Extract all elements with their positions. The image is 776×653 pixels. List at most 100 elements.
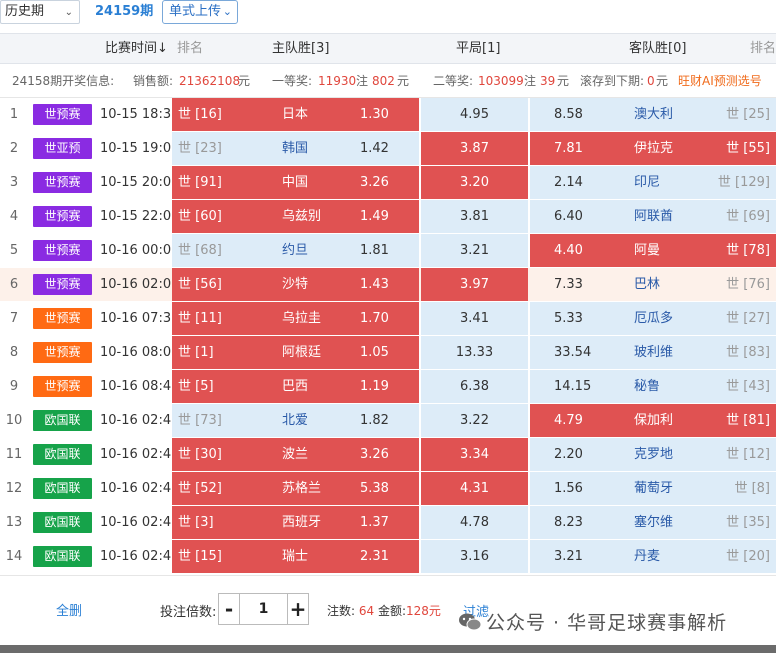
home-rank: 世 [1] [178, 345, 214, 360]
ai-prediction-link[interactable]: 旺财AI预测选号 [678, 64, 762, 98]
rollover-value: 0 [647, 74, 655, 88]
home-team: 乌拉圭 [282, 311, 322, 326]
history-period-select[interactable]: 历史期 ⌄ [0, 0, 80, 24]
home-win-option[interactable]: 世 [5] 巴西 1.19 [172, 370, 419, 403]
home-win-option[interactable]: 世 [16] 日本 1.30 [172, 98, 419, 131]
draw-option[interactable]: 13.33 [421, 336, 528, 369]
away-odds: 2.20 [554, 447, 583, 462]
away-win-option[interactable]: 1.56 葡萄牙 世 [8] [530, 472, 776, 505]
away-win-option[interactable]: 4.79 保加利 世 [81] [530, 404, 776, 437]
draw-option[interactable]: 3.21 [421, 234, 528, 267]
watermark: 公众号 · 华哥足球赛事解析 [458, 608, 727, 635]
clear-all-button[interactable]: 全删 [56, 600, 82, 619]
home-win-option[interactable]: 世 [56] 沙特 1.43 [172, 268, 419, 301]
header-time[interactable]: 比赛时间↓ [105, 34, 168, 63]
draw-option[interactable]: 3.81 [421, 200, 528, 233]
home-rank: 世 [52] [178, 481, 222, 496]
current-period[interactable]: 24159期 [95, 0, 153, 24]
match-row: 12 欧国联 10-16 02:45 世 [52] 苏格兰 5.38 4.31 1.56 葡萄牙… [0, 472, 776, 506]
home-win-option[interactable]: 世 [30] 波兰 3.26 [172, 438, 419, 471]
draw-odds: 3.34 [460, 447, 489, 462]
away-win-option[interactable]: 8.23 塞尔维 世 [35] [530, 506, 776, 539]
bet-totals: 注数: 64 金额:128元 [327, 602, 441, 619]
draw-option[interactable]: 3.41 [421, 302, 528, 335]
prize-info-row: 24158期开奖信息: 销售额: 21362108 元 一等奖: 11930 注… [0, 64, 776, 98]
draw-option[interactable]: 6.38 [421, 370, 528, 403]
away-win-option[interactable]: 2.20 克罗地 世 [12] [530, 438, 776, 471]
match-number: 7 [9, 311, 19, 326]
home-win-option[interactable]: 世 [15] 瑞士 2.31 [172, 540, 419, 573]
away-team: 克罗地 [634, 447, 674, 462]
draw-option[interactable]: 4.78 [421, 506, 528, 539]
match-row: 3 世预赛 10-15 20:00 世 [91] 中国 3.26 3.20 2.14 印尼 世 [… [0, 166, 776, 200]
draw-odds: 3.20 [460, 175, 489, 190]
match-list: 1 世预赛 10-15 18:35 世 [16] 日本 1.30 4.95 8.58 澳大利世 … [0, 98, 776, 574]
home-win-option[interactable]: 世 [60] 乌兹别 1.49 [172, 200, 419, 233]
home-win-option[interactable]: 世 [3] 西班牙 1.37 [172, 506, 419, 539]
away-win-option[interactable]: 33.54 玻利维 世 [83] [530, 336, 776, 369]
away-win-option[interactable]: 5.33 厄瓜多 世 [27] [530, 302, 776, 335]
header-home-win: 主队胜[3] [272, 41, 330, 56]
home-win-option[interactable]: 世 [68] 约旦 1.81 [172, 234, 419, 267]
home-team: 日本 [282, 107, 309, 122]
away-team: 塞尔维 [634, 515, 674, 530]
home-win-option[interactable]: 世 [1] 阿根廷 1.05 [172, 336, 419, 369]
draw-option[interactable]: 4.95 [421, 98, 528, 131]
away-win-option[interactable]: 6.40 阿联酋 世 [69] [530, 200, 776, 233]
home-team: 约旦 [282, 243, 309, 258]
draw-option[interactable]: 4.31 [421, 472, 528, 505]
draw-option[interactable]: 3.87 [421, 132, 528, 165]
away-rank: 世 [83] [726, 345, 770, 360]
away-odds: 8.23 [554, 515, 583, 530]
draw-odds: 3.81 [460, 209, 489, 224]
away-win-option[interactable]: 3.21 丹麦 世 [20] [530, 540, 776, 573]
home-team: 阿根廷 [282, 345, 322, 360]
first-prize-note-label: 注 [356, 74, 369, 88]
match-time: 10-16 02:45 [100, 447, 180, 462]
match-number: 14 [5, 549, 23, 564]
home-win-option[interactable]: 世 [11] 乌拉圭 1.70 [172, 302, 419, 335]
match-row: 8 世预赛 10-16 08:00 世 [1] 阿根廷 1.05 13.33 33.54 玻利维… [0, 336, 776, 370]
home-odds: 1.05 [360, 345, 389, 360]
sales-unit: 元 [238, 74, 251, 88]
multiplier-input[interactable]: 1 [240, 593, 287, 625]
away-win-option[interactable]: 4.40 阿曼 世 [78] [530, 234, 776, 267]
draw-odds: 3.87 [460, 141, 489, 156]
second-prize-label: 二等奖: [433, 74, 474, 88]
match-time: 10-16 08:45 [100, 379, 180, 394]
match-number: 8 [9, 345, 19, 360]
upload-mode-dropdown[interactable]: 单式上传 ⌄ [162, 0, 238, 24]
header-rank-right: 排名 [750, 41, 776, 56]
home-odds: 1.43 [360, 277, 389, 292]
league-badge: 世预赛 [33, 104, 92, 125]
away-win-option[interactable]: 2.14 印尼 世 [129] [530, 166, 776, 199]
draw-option[interactable]: 3.34 [421, 438, 528, 471]
match-row: 11 欧国联 10-16 02:45 世 [30] 波兰 3.26 3.34 2.20 克罗地 世… [0, 438, 776, 472]
match-number: 12 [5, 481, 23, 496]
home-win-option[interactable]: 世 [23] 韩国 1.42 [172, 132, 419, 165]
home-win-option[interactable]: 世 [91] 中国 3.26 [172, 166, 419, 199]
home-win-option[interactable]: 世 [52] 苏格兰 5.38 [172, 472, 419, 505]
match-time: 10-16 02:45 [100, 515, 180, 530]
away-win-option[interactable]: 14.15 秘鲁 世 [43] [530, 370, 776, 403]
home-team: 波兰 [282, 447, 309, 462]
home-win-option[interactable]: 世 [73] 北爱 1.82 [172, 404, 419, 437]
league-badge: 世亚预 [33, 138, 92, 159]
draw-option[interactable]: 3.16 [421, 540, 528, 573]
away-rank: 世 [27] [726, 311, 770, 326]
away-win-option[interactable]: 7.81 伊拉克 世 [55] [530, 132, 776, 165]
multiplier-increment-button[interactable]: + [287, 593, 309, 625]
match-number: 9 [9, 379, 19, 394]
draw-option[interactable]: 3.97 [421, 268, 528, 301]
away-rank: 世 [35] [726, 515, 770, 530]
match-number: 1 [9, 107, 19, 122]
league-badge: 世预赛 [33, 274, 92, 295]
away-win-option[interactable]: 7.33 巴林 世 [76] [530, 268, 776, 301]
draw-odds: 3.41 [460, 311, 489, 326]
draw-option[interactable]: 3.20 [421, 166, 528, 199]
away-odds: 4.40 [554, 243, 583, 258]
draw-option[interactable]: 3.22 [421, 404, 528, 437]
away-win-option[interactable]: 8.58 澳大利 世 [25] [530, 98, 776, 131]
multiplier-decrement-button[interactable]: - [218, 593, 240, 625]
home-team: 中国 [282, 175, 309, 190]
